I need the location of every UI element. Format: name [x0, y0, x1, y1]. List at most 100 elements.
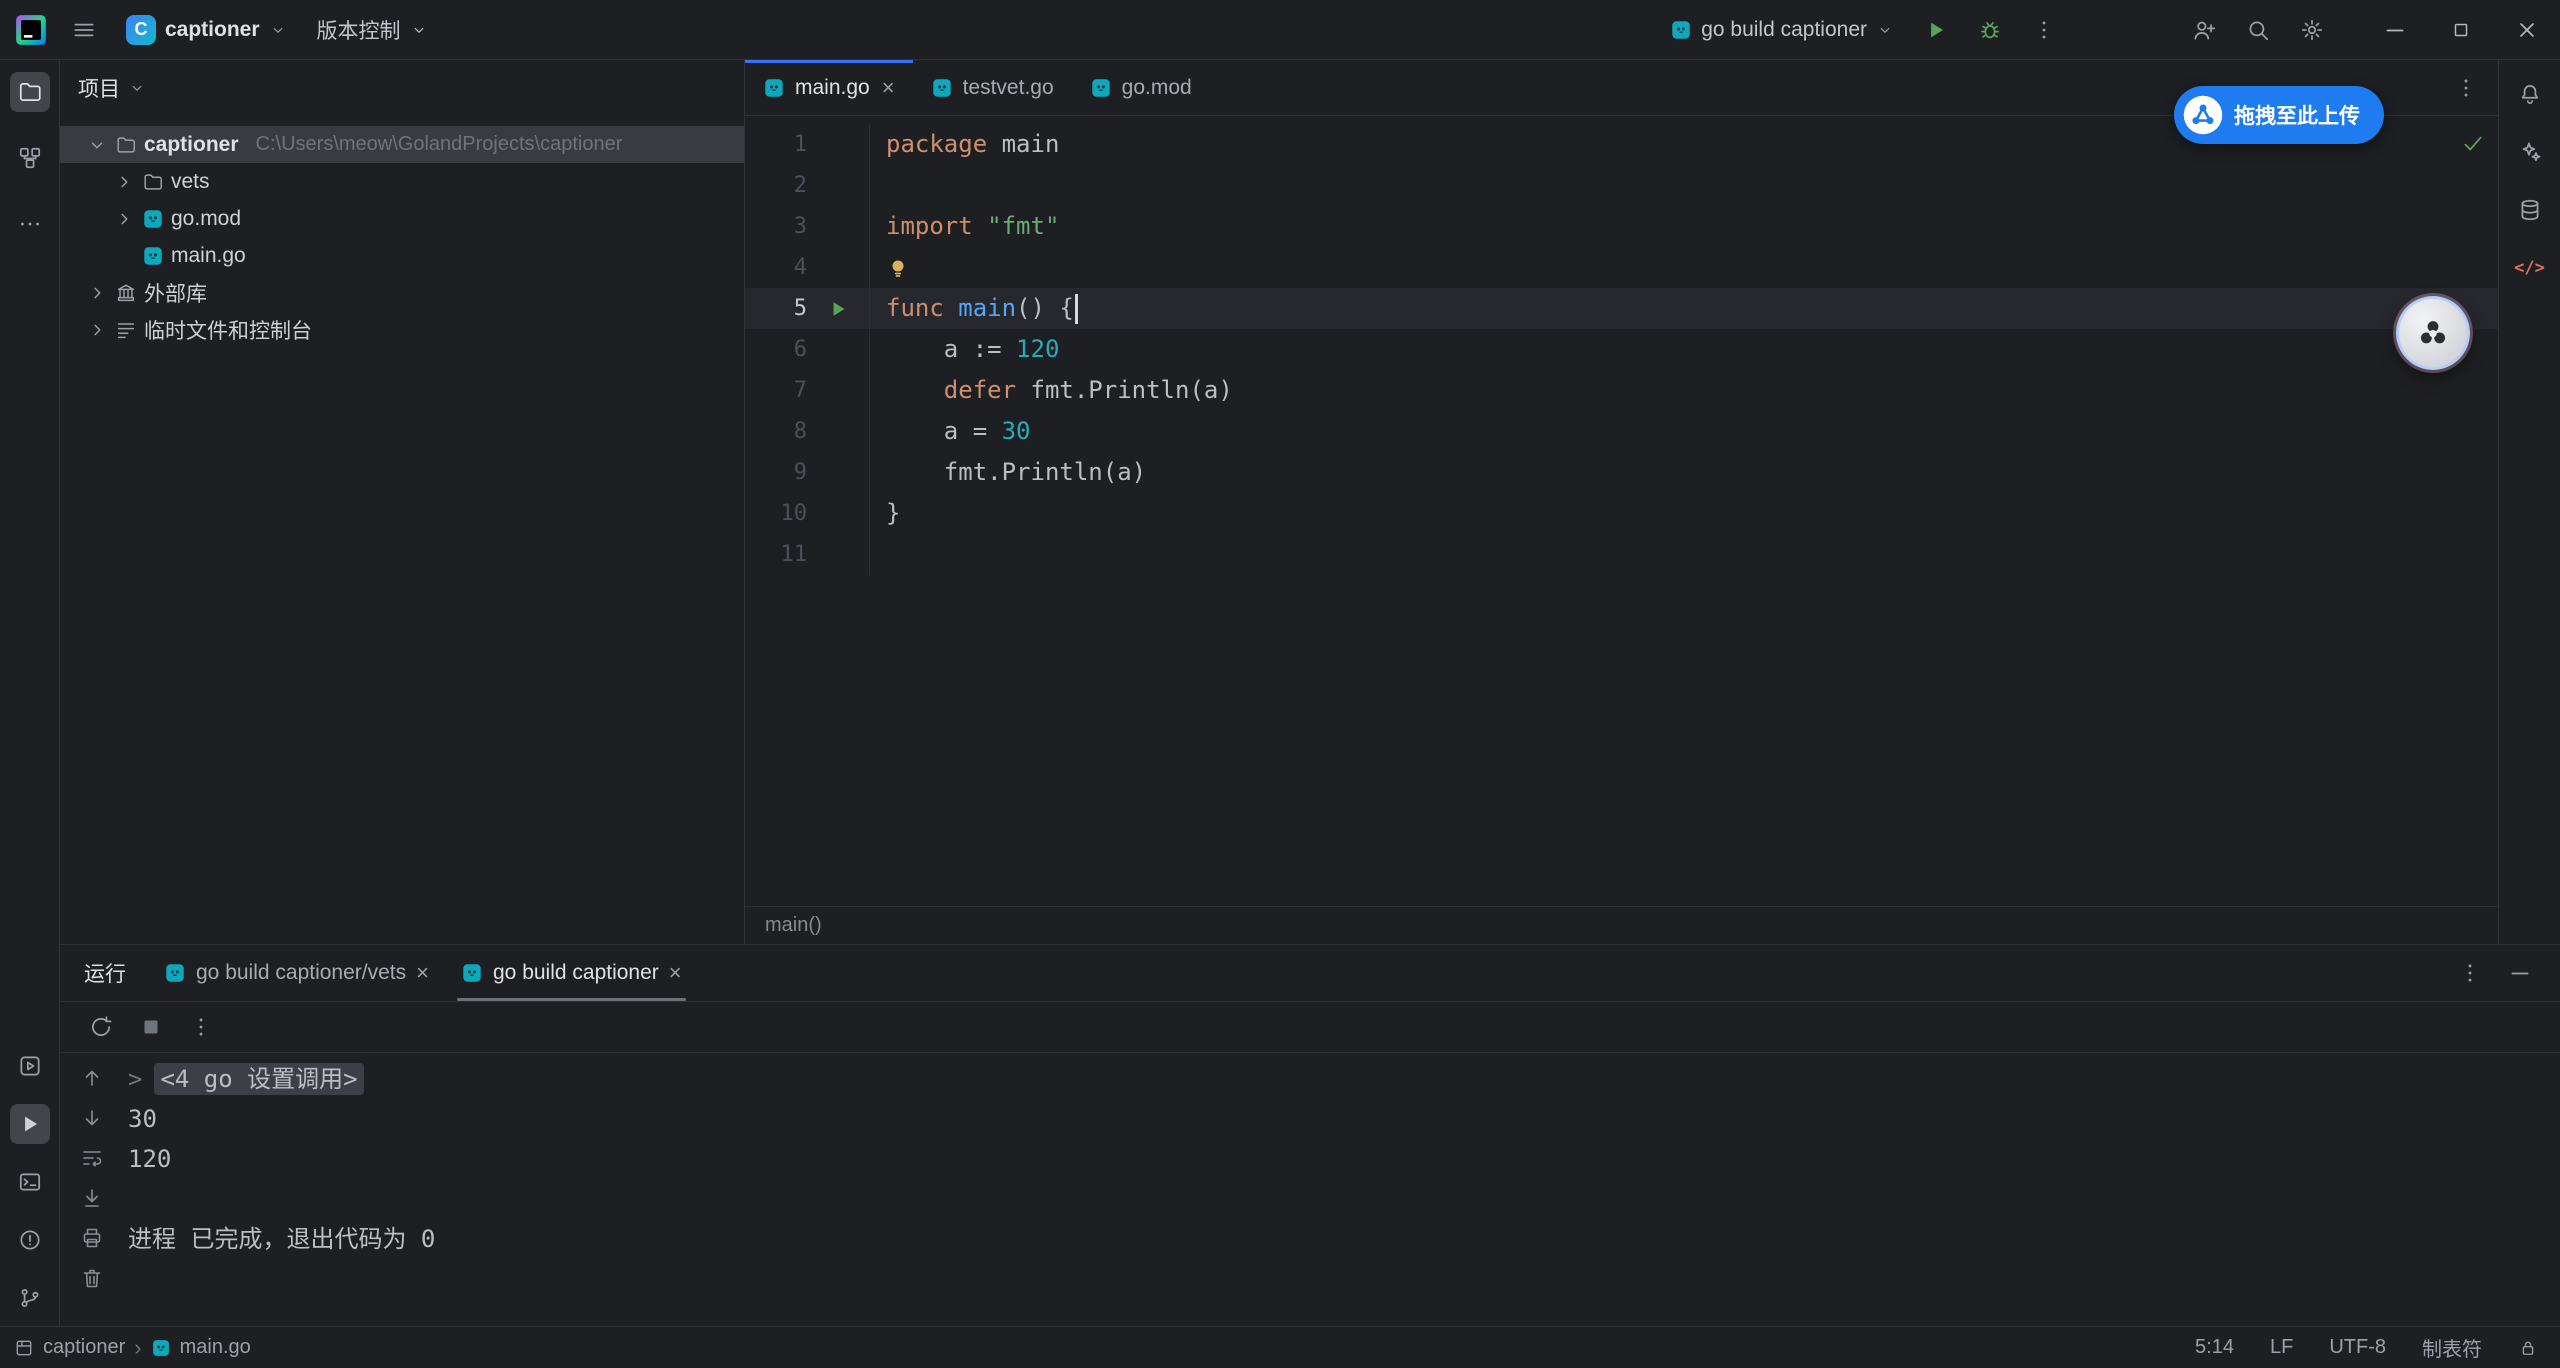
close-tab-icon[interactable]: × [882, 77, 895, 99]
code-with-me-button[interactable] [2182, 8, 2226, 52]
close-tab-icon[interactable]: × [416, 962, 429, 984]
ai-assistant-button[interactable] [2510, 132, 2550, 172]
upload-overlay[interactable]: 拖拽至此上传 [2174, 86, 2384, 144]
maximize-button[interactable] [2428, 0, 2494, 60]
project-tool-button[interactable] [10, 72, 50, 112]
editor-tab-testvet-go[interactable]: testvet.go [913, 60, 1072, 116]
project-panel: 项目 captionerC:\Users\meow\GolandProjects… [60, 60, 745, 944]
soft-wrap-button[interactable] [77, 1143, 107, 1173]
run-panel-options-button[interactable] [2448, 951, 2492, 995]
gutter-marker [807, 329, 869, 370]
code-line-2[interactable]: 2 [745, 165, 2498, 206]
code-text: defer fmt.Println(a) [869, 370, 2498, 411]
editor-content[interactable]: 1package main23import "fmt"45func main()… [745, 116, 2498, 906]
code-text [869, 534, 2498, 575]
fold-arrow-icon[interactable]: > [128, 1065, 142, 1093]
tree-expander-icon[interactable] [113, 208, 135, 230]
hide-panel-button[interactable] [2498, 951, 2542, 995]
lock-icon[interactable] [2518, 1338, 2538, 1358]
structure-icon [17, 145, 43, 171]
tree-item-captioner-root[interactable]: captionerC:\Users\meow\GolandProjects\ca… [60, 126, 744, 163]
statusbar-file[interactable]: main.go [180, 1336, 251, 1359]
close-button[interactable] [2494, 0, 2560, 60]
print-button[interactable] [77, 1223, 107, 1253]
stop-button[interactable] [136, 1012, 166, 1042]
run-tool-button[interactable] [10, 1104, 50, 1144]
tree-expander-icon[interactable] [86, 134, 108, 156]
editor-options-button[interactable] [2444, 66, 2488, 110]
run-button[interactable] [1914, 8, 1958, 52]
version-control-tool-button[interactable] [10, 1278, 50, 1318]
code-line-8[interactable]: 8 a = 30 [745, 411, 2498, 452]
left-stripe-bottom-group [10, 1046, 50, 1318]
rerun-button[interactable] [86, 1012, 116, 1042]
code-line-10[interactable]: 10} [745, 493, 2498, 534]
run-play-icon [1923, 17, 1949, 43]
tree-expander-spacer [113, 245, 135, 267]
code-line-4[interactable]: 4 [745, 247, 2498, 288]
run-config-widget[interactable]: go build captioner [1660, 8, 1904, 52]
run-panel-title[interactable]: 运行 [84, 958, 126, 988]
code-line-7[interactable]: 7 defer fmt.Println(a) [745, 370, 2498, 411]
tree-item-go-mod[interactable]: go.mod [60, 200, 744, 237]
main-menu-button[interactable] [62, 8, 106, 52]
editor-tab-go-mod[interactable]: go.mod [1072, 60, 1210, 116]
indent-style[interactable]: 制表符 [2422, 1333, 2482, 1362]
terminal-tool-button[interactable] [10, 1162, 50, 1202]
run-toolbar-more-button[interactable] [186, 1012, 216, 1042]
debug-button[interactable] [1968, 8, 2012, 52]
console-output[interactable]: ><4 go 设置调用>30120进程 已完成，退出代码为 0 [124, 1053, 2560, 1326]
settings-button[interactable] [2290, 8, 2334, 52]
scroll-to-end-button[interactable] [77, 1183, 107, 1213]
project-widget[interactable]: C captioner [116, 8, 297, 52]
code-line-6[interactable]: 6 a := 120 [745, 329, 2498, 370]
tree-expander-icon[interactable] [113, 171, 135, 193]
structure-tool-button[interactable] [10, 138, 50, 178]
run-tab-go-build-captioner[interactable]: go build captioner× [445, 945, 698, 1001]
tree-item-main-go[interactable]: main.go [60, 237, 744, 274]
problems-tool-button[interactable] [10, 1220, 50, 1260]
prev-occurrence-button[interactable] [77, 1063, 107, 1093]
line-ending[interactable]: LF [2270, 1336, 2293, 1359]
git-branch-icon [17, 1285, 43, 1311]
run-tab-go-build-captioner-vets[interactable]: go build captioner/vets × [148, 945, 445, 1001]
endpoints-button[interactable]: </> [2510, 248, 2550, 288]
tree-expander-icon[interactable] [86, 282, 108, 304]
breadcrumb[interactable]: main() [765, 914, 822, 937]
go-file-icon [151, 1338, 171, 1358]
search-everywhere-button[interactable] [2236, 8, 2280, 52]
database-button[interactable] [2510, 190, 2550, 230]
title-bar: C captioner 版本控制 go build captioner [0, 0, 2560, 60]
vcs-widget[interactable]: 版本控制 [307, 8, 438, 52]
inspection-ok-icon[interactable] [2460, 130, 2486, 156]
caret-position[interactable]: 5:14 [2195, 1336, 2234, 1359]
more-actions-button[interactable] [2022, 8, 2066, 52]
project-panel-header[interactable]: 项目 [60, 60, 744, 116]
editor-area: main.go×testvet.gogo.mod 1package main23… [745, 60, 2498, 944]
code-line-5[interactable]: 5func main() { [745, 288, 2498, 329]
minimize-button[interactable] [2362, 0, 2428, 60]
close-tab-icon[interactable]: × [669, 962, 682, 984]
run-gutter-icon[interactable] [826, 297, 850, 321]
tab-label: go build captioner/vets [196, 961, 406, 985]
file-encoding[interactable]: UTF-8 [2329, 1336, 2386, 1359]
tree-expander-icon[interactable] [86, 319, 108, 341]
clear-console-button[interactable] [77, 1263, 107, 1293]
tree-item-scratches-consoles[interactable]: 临时文件和控制台 [60, 311, 744, 348]
statusbar-project[interactable]: captioner [43, 1336, 125, 1359]
more-tool-windows-button[interactable] [10, 204, 50, 244]
intention-bulb-icon[interactable] [886, 256, 910, 280]
code-line-9[interactable]: 9 fmt.Println(a) [745, 452, 2498, 493]
tree-item-external-libraries[interactable]: 外部库 [60, 274, 744, 311]
code-line-11[interactable]: 11 [745, 534, 2498, 575]
next-occurrence-button[interactable] [77, 1103, 107, 1133]
assistant-float-button[interactable] [2396, 296, 2470, 370]
tree-item-vets[interactable]: vets [60, 163, 744, 200]
code-line-3[interactable]: 3import "fmt" [745, 206, 2498, 247]
code-text: func main() { [869, 288, 2498, 329]
notifications-button[interactable] [2510, 74, 2550, 114]
services-tool-button[interactable] [10, 1046, 50, 1086]
folded-text[interactable]: <4 go 设置调用> [154, 1063, 363, 1095]
line-number: 10 [745, 493, 807, 534]
editor-tab-main-go[interactable]: main.go× [745, 60, 913, 116]
